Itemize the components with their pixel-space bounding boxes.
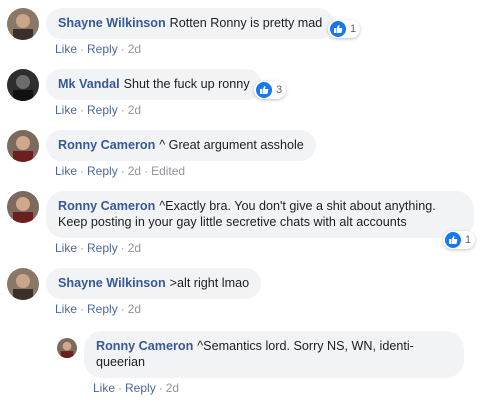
comment-actions: Like · Reply · 2d [55, 241, 141, 255]
like-link[interactable]: Like [55, 241, 77, 255]
timestamp[interactable]: 2d [166, 381, 179, 395]
comment-bubble: Shayne Wilkinson >alt right lmao [46, 268, 262, 299]
reply-link[interactable]: Reply [87, 42, 118, 56]
like-thumb-icon [445, 232, 461, 248]
reaction-count: 1 [465, 234, 472, 246]
like-link[interactable]: Like [55, 302, 77, 316]
comment-text: ^ Great argument asshole [159, 138, 304, 152]
reaction-count-badge[interactable]: 1 [328, 20, 361, 38]
author-name[interactable]: Shayne Wilkinson [58, 16, 166, 30]
like-thumb-icon [256, 82, 272, 98]
comment-bubble: Ronny Cameron ^ Great argument asshole [46, 130, 316, 161]
comment-text: Rotten Ronny is pretty mad [169, 16, 323, 30]
separator: · [80, 302, 85, 316]
avatar[interactable] [7, 69, 39, 101]
reaction-count-badge[interactable]: 1 [443, 231, 476, 249]
reply-link[interactable]: Reply [87, 164, 118, 178]
comment-actions: Like · Reply · 2d [55, 103, 141, 117]
avatar[interactable] [57, 338, 77, 358]
separator: · [80, 241, 85, 255]
timestamp[interactable]: 2d [128, 302, 141, 316]
comment-actions: Like · Reply · 2d [55, 302, 141, 316]
like-link[interactable]: Like [55, 42, 77, 56]
comment-text: >alt right lmao [169, 276, 250, 290]
avatar[interactable] [7, 191, 39, 223]
comment-bubble: Shayne Wilkinson Rotten Ronny is pretty m… [46, 8, 335, 39]
separator: · [158, 381, 163, 395]
author-name[interactable]: Ronny Cameron [58, 138, 155, 152]
comment-actions: Like · Reply · 2d [55, 42, 141, 56]
separator: · [80, 42, 85, 56]
reply-link[interactable]: Reply [87, 241, 118, 255]
reaction-count: 1 [350, 23, 357, 35]
reaction-count-badge[interactable]: 3 [254, 81, 287, 99]
separator: · [118, 381, 123, 395]
timestamp[interactable]: 2d [128, 42, 141, 56]
edited-label[interactable]: Edited [151, 164, 185, 178]
timestamp[interactable]: 2d [128, 103, 141, 117]
separator: · [80, 103, 85, 117]
comment-bubble: Ronny Cameron ^Semantics lord. Sorry NS, … [84, 331, 464, 378]
reaction-count: 3 [276, 84, 283, 96]
separator: · [120, 302, 125, 316]
reply-link[interactable]: Reply [87, 302, 118, 316]
comment-actions: Like · Reply · 2d · Edited [55, 164, 185, 178]
separator: · [120, 164, 125, 178]
comment-text: Shut the fuck up ronny [123, 77, 250, 91]
like-link[interactable]: Like [55, 103, 77, 117]
like-link[interactable]: Like [93, 381, 115, 395]
like-link[interactable]: Like [55, 164, 77, 178]
timestamp[interactable]: 2d [128, 164, 141, 178]
separator: · [120, 241, 125, 255]
comment-bubble: Mk Vandal Shut the fuck up ronny [46, 69, 262, 100]
comment-actions: Like · Reply · 2d [93, 381, 179, 395]
separator: · [120, 42, 125, 56]
avatar[interactable] [7, 130, 39, 162]
comment-bubble: Ronny Cameron ^Exactly bra. You don't giv… [46, 191, 474, 238]
separator: · [144, 164, 149, 178]
reply-link[interactable]: Reply [125, 381, 156, 395]
reply-link[interactable]: Reply [87, 103, 118, 117]
author-name[interactable]: Ronny Cameron [96, 339, 193, 353]
separator: · [120, 103, 125, 117]
timestamp[interactable]: 2d [128, 241, 141, 255]
avatar[interactable] [7, 268, 39, 300]
separator: · [80, 164, 85, 178]
author-name[interactable]: Shayne Wilkinson [58, 276, 166, 290]
author-name[interactable]: Ronny Cameron [58, 199, 155, 213]
avatar[interactable] [7, 8, 39, 40]
like-thumb-icon [330, 21, 346, 37]
author-name[interactable]: Mk Vandal [58, 77, 120, 91]
